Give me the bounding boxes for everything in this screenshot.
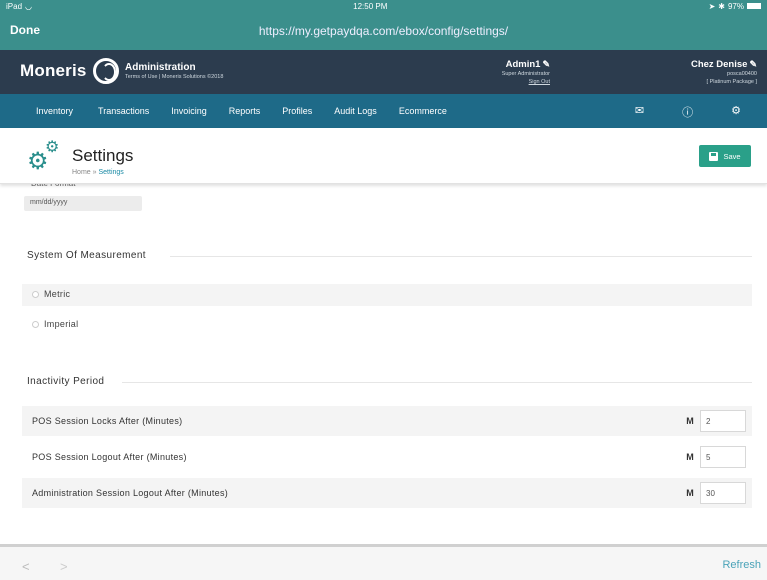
imperial-label: Imperial [44, 319, 79, 329]
breadcrumb-home[interactable]: Home [72, 169, 91, 176]
pos-logout-row: POS Session Logout After (Minutes) M [22, 442, 752, 472]
measurement-section-title: System Of Measurement [27, 250, 146, 261]
breadcrumb-current[interactable]: Settings [99, 169, 124, 176]
sign-out-link[interactable]: Sign Out [470, 78, 550, 86]
app-header: Moneris Administration Terms of Use | Mo… [0, 50, 767, 94]
nav-transactions[interactable]: Transactions [87, 106, 160, 116]
device-label: iPad [6, 1, 23, 11]
minutes-unit: M [686, 452, 694, 462]
metric-label: Metric [44, 289, 71, 299]
minutes-unit: M [686, 416, 694, 426]
settings-gears-icon: ⚙ ⚙ [27, 139, 60, 175]
save-button[interactable]: Save [699, 145, 751, 167]
minutes-unit: M [686, 488, 694, 498]
url-display: https://my.getpaydqa.com/ebox/config/set… [258, 24, 509, 38]
store-name[interactable]: Chez Denise [691, 59, 748, 70]
brand-name: Moneris [20, 61, 87, 80]
pos-logout-label: POS Session Logout After (Minutes) [32, 452, 187, 462]
main-nav: Inventory Transactions Invoicing Reports… [0, 94, 767, 128]
measurement-option-imperial[interactable]: Imperial [22, 314, 752, 336]
refresh-button[interactable]: Refresh [722, 559, 761, 571]
settings-content: Date Format mm/dd/yyyy System Of Measure… [0, 179, 767, 544]
admin-logout-input[interactable] [700, 482, 746, 504]
measurement-option-metric[interactable]: Metric [22, 284, 752, 306]
pos-logout-input[interactable] [700, 446, 746, 468]
pos-lock-label: POS Session Locks After (Minutes) [32, 416, 183, 426]
moneris-logo-icon [92, 58, 119, 84]
nav-audit-logs[interactable]: Audit Logs [323, 106, 388, 116]
wifi-icon: ◡ [25, 1, 32, 11]
nav-profiles[interactable]: Profiles [271, 106, 323, 116]
settings-gear-icon[interactable]: ⚙ [731, 104, 741, 120]
forward-arrow-icon[interactable]: > [60, 559, 68, 574]
nav-inventory[interactable]: Inventory [0, 106, 87, 116]
imperial-radio[interactable] [32, 321, 39, 328]
browser-bottom-bar: < > Refresh [0, 544, 767, 580]
date-format-select[interactable]: mm/dd/yyyy [24, 196, 142, 211]
breadcrumb-separator: » [92, 169, 97, 176]
section-divider [122, 382, 752, 383]
admin-block: Administration Terms of Use | Moneris So… [125, 62, 223, 80]
user-role: Super Administrator [501, 71, 550, 77]
save-label: Save [723, 151, 741, 161]
store-block: Chez Denise ✎ posca00400 [ Platinum Packa… [691, 59, 757, 86]
metric-radio[interactable] [32, 291, 39, 298]
bluetooth-icon: ✱ [718, 1, 725, 11]
help-icon[interactable]: ⓘ [682, 104, 693, 120]
nav-invoicing[interactable]: Invoicing [160, 106, 218, 116]
status-time: 12:50 PM [353, 1, 388, 11]
nav-ecommerce[interactable]: Ecommerce [388, 106, 458, 116]
back-arrow-icon[interactable]: < [22, 559, 30, 574]
status-bar: iPad ◡ 12:50 PM ➤ ✱ 97% [0, 0, 767, 12]
nav-reports[interactable]: Reports [218, 106, 272, 116]
location-icon: ➤ [708, 1, 716, 11]
pos-lock-input[interactable] [700, 410, 746, 432]
brand-logo[interactable]: Moneris [20, 58, 119, 84]
terms-link[interactable]: Terms of Use | Moneris Solutions ©2018 [125, 74, 223, 80]
mail-icon[interactable]: ✉ [635, 104, 644, 120]
page-title: Settings [72, 146, 134, 165]
store-package: [ Platinum Package ] [706, 79, 757, 85]
browser-bar: Done https://my.getpaydqa.com/ebox/confi… [0, 12, 767, 50]
edit-store-icon[interactable]: ✎ [749, 59, 757, 69]
battery-icon [746, 3, 761, 9]
store-id: posca00400 [727, 71, 757, 77]
save-icon [709, 151, 719, 161]
inactivity-section-title: Inactivity Period [27, 376, 105, 387]
user-block: Admin1 ✎ Super Administrator Sign Out [470, 59, 550, 86]
admin-logout-label: Administration Session Logout After (Min… [32, 488, 229, 498]
app-root: iPad ◡ 12:50 PM ➤ ✱ 97% Done https://my.… [0, 0, 767, 580]
page-header: ⚙ ⚙ Settings Home » Settings Save [0, 128, 767, 184]
admin-logout-row: Administration Session Logout After (Min… [22, 478, 752, 508]
section-title: Administration [125, 62, 196, 73]
section-divider [170, 256, 752, 257]
user-name[interactable]: Admin1 [506, 59, 541, 70]
edit-user-icon[interactable]: ✎ [542, 59, 550, 69]
pos-lock-row: POS Session Locks After (Minutes) M [22, 406, 752, 436]
battery-percent: 97% [727, 1, 744, 11]
breadcrumb: Home » Settings [72, 169, 124, 176]
